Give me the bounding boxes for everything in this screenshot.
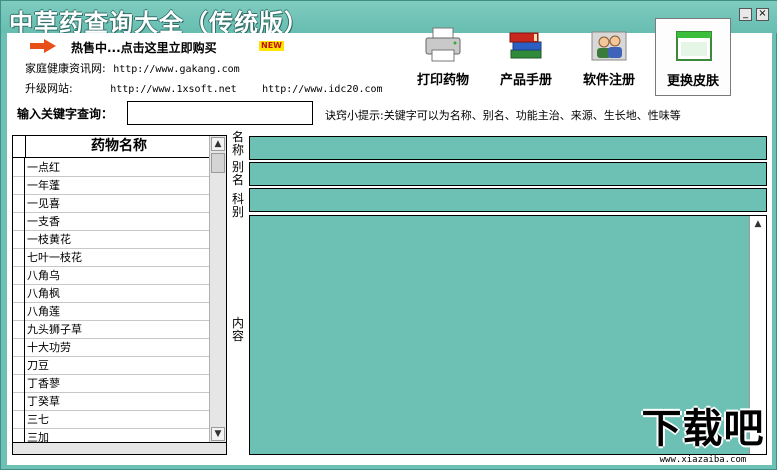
row-selector bbox=[13, 428, 25, 442]
list-item[interactable]: 三加 bbox=[13, 428, 211, 443]
list-item[interactable]: 丁癸草 bbox=[13, 392, 211, 411]
list-item-label: 八角莲 bbox=[27, 305, 60, 318]
change-skin-button-label: 更换皮肤 bbox=[666, 74, 719, 89]
row-selector bbox=[13, 374, 25, 392]
list-horizontal-scrollbar[interactable] bbox=[12, 443, 227, 455]
upgrade-site-label: 升级网站: bbox=[25, 82, 73, 95]
row-selector bbox=[13, 284, 25, 302]
books-icon bbox=[509, 32, 542, 59]
print-button-label: 打印药物 bbox=[416, 73, 469, 88]
alias-field[interactable] bbox=[249, 162, 767, 186]
row-selector bbox=[13, 410, 25, 428]
content-scroll-up-arrow-icon[interactable]: ▲ bbox=[751, 218, 765, 232]
manual-button[interactable]: 产品手册 bbox=[488, 18, 564, 96]
list-item-label: 八角乌 bbox=[27, 269, 60, 282]
row-selector bbox=[13, 194, 25, 212]
users-icon bbox=[591, 31, 627, 61]
search-label: 输入关键字查询： bbox=[17, 107, 114, 121]
family-field[interactable] bbox=[249, 188, 767, 212]
row-selector bbox=[13, 158, 25, 176]
family-field-label: 科别 bbox=[231, 192, 244, 219]
list-item[interactable]: 一年蓬 bbox=[13, 176, 211, 195]
change-skin-button[interactable]: 更换皮肤 bbox=[655, 18, 731, 96]
list-item[interactable]: 一枝黄花 bbox=[13, 230, 211, 249]
list-item[interactable]: 一点红 bbox=[13, 158, 211, 177]
row-selector bbox=[13, 338, 25, 356]
app-window: 中草药查询大全（传统版） _ × 热售中...点击这里立即购买 NEW 家庭健康… bbox=[0, 0, 777, 470]
family-site-link[interactable]: http://www.gakang.com bbox=[113, 64, 239, 75]
list-item[interactable]: 七叶一枝花 bbox=[13, 248, 211, 267]
content-field-label: 内容 bbox=[231, 316, 244, 343]
register-button[interactable]: 软件注册 bbox=[571, 18, 647, 96]
family-site-label: 家庭健康资讯网: bbox=[25, 62, 106, 75]
upgrade-site-link-1[interactable]: http://www.1xsoft.net bbox=[110, 84, 236, 95]
print-button[interactable]: 打印药物 bbox=[405, 18, 481, 96]
scroll-down-arrow-icon[interactable]: ▼ bbox=[211, 427, 225, 441]
close-button[interactable]: × bbox=[756, 8, 769, 21]
list-scroll-thumb[interactable] bbox=[211, 153, 225, 173]
search-input[interactable] bbox=[127, 101, 313, 125]
list-item[interactable]: 八角乌 bbox=[13, 266, 211, 285]
list-item-label: 八角枫 bbox=[27, 287, 60, 300]
manual-button-label: 产品手册 bbox=[499, 73, 552, 88]
list-item-label: 丁香蓼 bbox=[27, 377, 60, 390]
list-item-label: 十大功劳 bbox=[27, 341, 71, 354]
list-item[interactable]: 一支香 bbox=[13, 212, 211, 231]
row-selector bbox=[13, 176, 25, 194]
list-header-label: 药物名称 bbox=[25, 136, 212, 157]
watermark: 下载吧 www.xiazaiba.com bbox=[634, 407, 772, 467]
list-item-label: 一枝黄花 bbox=[27, 233, 71, 246]
list-item-label: 丁癸草 bbox=[27, 395, 60, 408]
list-item[interactable]: 十大功劳 bbox=[13, 338, 211, 357]
row-selector bbox=[13, 320, 25, 338]
row-selector bbox=[13, 212, 25, 230]
minimize-button[interactable]: _ bbox=[739, 8, 752, 21]
new-badge: NEW bbox=[259, 41, 284, 51]
list-header: 药物名称 bbox=[13, 136, 211, 158]
medicine-list[interactable]: 药物名称 一点红 一年蓬 一见喜 一支香 一枝黄花 七叶一枝花 八角乌 八角枫 … bbox=[12, 135, 227, 443]
name-field[interactable] bbox=[249, 136, 767, 160]
scroll-up-arrow-icon[interactable]: ▲ bbox=[211, 137, 225, 151]
list-item-label: 一年蓬 bbox=[27, 179, 60, 192]
row-selector bbox=[13, 356, 25, 374]
buy-now-link[interactable]: 热售中...点击这里立即购买 bbox=[71, 39, 217, 56]
row-selector bbox=[13, 266, 25, 284]
row-selector bbox=[13, 230, 25, 248]
row-selector bbox=[13, 392, 25, 410]
watermark-brand: 下载吧 bbox=[641, 406, 765, 452]
list-item-label: 一点红 bbox=[27, 161, 60, 174]
list-item[interactable]: 丁香蓼 bbox=[13, 374, 211, 393]
list-item[interactable]: 九头狮子草 bbox=[13, 320, 211, 339]
list-item-label: 九头狮子草 bbox=[27, 323, 82, 336]
list-item-label: 三七 bbox=[27, 413, 49, 426]
search-hint: 诀窍小提示:关键字可以为名称、别名、功能主治、来源、生长地、性味等 bbox=[325, 109, 681, 122]
upgrade-site-row: 升级网站: http://www.1xsoft.net http://www.i… bbox=[25, 80, 383, 96]
list-item[interactable]: 一见喜 bbox=[13, 194, 211, 213]
name-field-label: 名称 bbox=[231, 130, 244, 157]
list-item-label: 一见喜 bbox=[27, 197, 60, 210]
list-item-label: 刀豆 bbox=[27, 359, 49, 372]
list-item[interactable]: 八角枫 bbox=[13, 284, 211, 303]
printer-icon bbox=[425, 27, 461, 62]
alias-field-label: 别名 bbox=[231, 160, 244, 187]
register-button-label: 软件注册 bbox=[582, 73, 635, 88]
list-item[interactable]: 八角莲 bbox=[13, 302, 211, 321]
row-selector bbox=[13, 302, 25, 320]
list-vertical-scrollbar[interactable]: ▲ ▼ bbox=[209, 136, 226, 442]
list-item[interactable]: 三七 bbox=[13, 410, 211, 429]
main-content: 热售中...点击这里立即购买 NEW 家庭健康资讯网: http://www.g… bbox=[7, 18, 772, 465]
list-item[interactable]: 刀豆 bbox=[13, 356, 211, 375]
list-item-label: 七叶一枝花 bbox=[27, 251, 82, 264]
arrow-right-icon bbox=[30, 39, 56, 53]
upgrade-site-link-2[interactable]: http://www.idc20.com bbox=[262, 84, 382, 95]
window-icon bbox=[676, 31, 712, 61]
list-item-label: 三加 bbox=[27, 431, 49, 443]
row-selector bbox=[13, 248, 25, 266]
watermark-url: www.xiazaiba.com bbox=[656, 455, 750, 465]
family-site-row: 家庭健康资讯网: http://www.gakang.com bbox=[25, 60, 240, 76]
list-item-label: 一支香 bbox=[27, 215, 60, 228]
